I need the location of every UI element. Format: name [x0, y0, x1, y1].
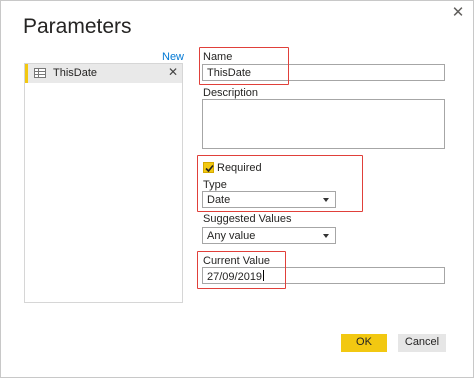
parameter-name: ThisDate [53, 67, 98, 79]
parameter-list-item[interactable]: ThisDate ✕ [25, 64, 182, 83]
chevron-down-icon [323, 234, 329, 238]
annotation-box-current-value [197, 251, 286, 289]
annotation-box-name [199, 47, 289, 85]
suggested-values-select[interactable]: Any value [202, 227, 336, 244]
description-label: Description [203, 87, 259, 99]
parameters-dialog: Parameters ✕ New ThisDate ✕ Name ThisDat… [0, 0, 474, 378]
description-field[interactable] [202, 99, 445, 149]
close-icon[interactable]: ✕ [447, 3, 469, 23]
parameter-table-icon [34, 68, 46, 78]
ok-button[interactable]: OK [341, 334, 387, 352]
cancel-button[interactable]: Cancel [398, 334, 446, 352]
suggested-values-label: Suggested Values [203, 213, 292, 225]
remove-parameter-icon[interactable]: ✕ [168, 65, 178, 79]
dialog-title: Parameters [23, 15, 132, 38]
annotation-box-required-type [197, 155, 363, 212]
suggested-values-select-value: Any value [207, 230, 256, 242]
new-parameter-link[interactable]: New [162, 51, 184, 63]
parameter-list: ThisDate ✕ [24, 63, 183, 303]
